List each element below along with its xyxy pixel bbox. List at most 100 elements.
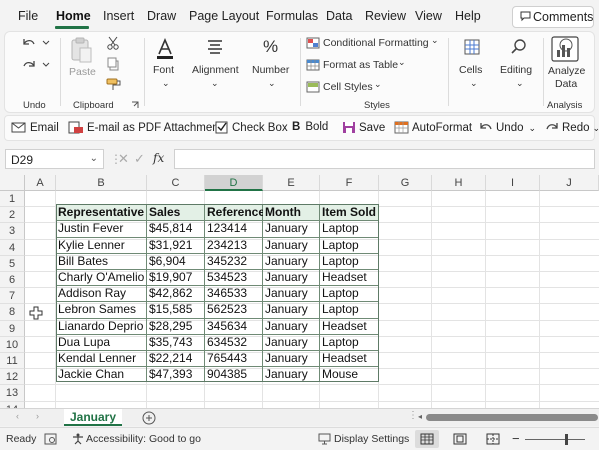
table-cell[interactable]: 562523 (205, 301, 263, 317)
paste-icon[interactable] (69, 36, 93, 64)
macro-record-icon[interactable] (44, 433, 57, 445)
column-header-g[interactable]: G (379, 175, 432, 191)
table-cell[interactable]: 123414 (205, 220, 263, 236)
table-cell[interactable]: Laptop (320, 237, 379, 253)
horizontal-scrollbar[interactable] (426, 414, 598, 421)
check-box-button[interactable]: Check Box (215, 121, 288, 134)
row-header-3[interactable]: 3 (0, 223, 25, 240)
column-header-j[interactable]: J (540, 175, 599, 191)
email-button[interactable]: Email (11, 121, 59, 134)
table-cell[interactable]: 634532 (205, 334, 263, 350)
number-label[interactable]: Number (252, 64, 289, 76)
zoom-slider-track[interactable] (525, 439, 585, 440)
row-header-6[interactable]: 6 (0, 272, 25, 289)
spreadsheet-grid[interactable]: ABCDEFGHIJ 1234567891011121314 Represent… (0, 175, 599, 418)
row-header-13[interactable]: 13 (0, 385, 25, 402)
insert-function-button[interactable]: fx (153, 151, 164, 165)
column-header-c[interactable]: C (147, 175, 205, 191)
table-cell[interactable]: 345634 (205, 318, 263, 334)
menu-insert[interactable]: Insert (103, 9, 134, 23)
table-cell[interactable]: $35,743 (147, 334, 205, 350)
column-header-e[interactable]: E (263, 175, 320, 191)
table-cell[interactable]: Laptop (320, 220, 379, 236)
table-cell[interactable]: $47,393 (147, 366, 205, 382)
editing-label[interactable]: Editing (500, 64, 532, 76)
row-header-9[interactable]: 9 (0, 320, 25, 337)
menu-page-layout[interactable]: Page Layout (189, 9, 259, 23)
column-header-i[interactable]: I (486, 175, 540, 191)
table-cell[interactable]: January (263, 220, 320, 236)
sheet-tab-january[interactable]: January (64, 409, 122, 426)
format-painter-icon[interactable] (106, 78, 122, 92)
row-header-4[interactable]: 4 (0, 239, 25, 256)
autoformat-button[interactable]: AutoFormat (394, 121, 472, 134)
row-header-12[interactable]: 12 (0, 369, 25, 386)
table-cell[interactable]: Laptop (320, 285, 379, 301)
table-cell[interactable]: Dua Lupa (56, 334, 147, 350)
row-header-10[interactable]: 10 (0, 336, 25, 353)
font-icon[interactable] (155, 38, 175, 60)
table-cell[interactable]: January (263, 237, 320, 253)
table-cell[interactable]: January (263, 334, 320, 350)
normal-view-icon[interactable] (420, 433, 434, 445)
table-header-cell[interactable]: Representative (56, 204, 147, 220)
comments-button[interactable]: Comments (512, 6, 594, 28)
table-cell[interactable]: 904385 (205, 366, 263, 382)
row-header-2[interactable]: 2 (0, 207, 25, 224)
table-cell[interactable]: 765443 (205, 350, 263, 366)
table-cell[interactable]: $15,585 (147, 301, 205, 317)
search-icon[interactable] (510, 38, 528, 56)
table-cell[interactable]: $6,904 (147, 253, 205, 269)
table-cell[interactable]: January (263, 301, 320, 317)
analyze-data-label-1[interactable]: Analyze (548, 65, 585, 77)
column-header-a[interactable]: A (25, 175, 56, 191)
table-cell[interactable]: Laptop (320, 334, 379, 350)
table-cell[interactable]: 345232 (205, 253, 263, 269)
row-header-5[interactable]: 5 (0, 255, 25, 272)
column-header-b[interactable]: B (56, 175, 147, 191)
table-cell[interactable]: Headset (320, 350, 379, 366)
table-cell[interactable]: January (263, 318, 320, 334)
conditional-formatting-button[interactable]: Conditional Formatting (323, 37, 429, 49)
cut-icon[interactable] (106, 36, 120, 50)
column-header-h[interactable]: H (432, 175, 486, 191)
table-cell[interactable]: $31,921 (147, 237, 205, 253)
table-cell[interactable]: 534523 (205, 269, 263, 285)
cell-styles-button[interactable]: Cell Styles (323, 81, 373, 93)
table-cell[interactable]: Laptop (320, 301, 379, 317)
table-header-cell[interactable]: Month (263, 204, 320, 220)
menu-home[interactable]: Home (56, 9, 91, 23)
tab-splitter-icon[interactable]: ⋮ (408, 410, 418, 421)
redo-qat-button[interactable]: Redo ⌄ (545, 121, 599, 134)
table-cell[interactable]: $42,862 (147, 285, 205, 301)
menu-data[interactable]: Data (326, 9, 352, 23)
alignment-icon[interactable] (206, 38, 224, 56)
page-layout-view-icon[interactable] (453, 433, 467, 445)
table-cell[interactable]: January (263, 269, 320, 285)
prev-sheet-icon[interactable]: ‹ (16, 411, 19, 421)
table-cell[interactable]: $28,295 (147, 318, 205, 334)
table-cell[interactable]: Lianardo Deprio (56, 318, 147, 334)
table-cell[interactable]: $19,907 (147, 269, 205, 285)
menu-formulas[interactable]: Formulas (266, 9, 318, 23)
page-break-view-icon[interactable] (486, 433, 500, 445)
formula-input[interactable] (174, 149, 595, 169)
table-cell[interactable]: Mouse (320, 366, 379, 382)
select-all-corner[interactable] (0, 175, 25, 191)
table-header-cell[interactable]: Sales (147, 204, 205, 220)
cells-icon[interactable] (463, 38, 481, 56)
table-cell[interactable]: Charly O'Amelio (56, 269, 147, 285)
display-settings-button[interactable]: Display Settings (334, 433, 409, 445)
format-as-table-button[interactable]: Format as Table (323, 59, 398, 71)
table-header-cell[interactable]: Item Sold (320, 204, 379, 220)
save-button[interactable]: Save (342, 121, 385, 134)
enter-icon[interactable]: ✓ (134, 151, 145, 167)
table-cell[interactable]: January (263, 285, 320, 301)
menu-view[interactable]: View (415, 9, 442, 23)
zoom-slider-thumb[interactable] (565, 434, 568, 445)
scroll-left-icon[interactable]: ◂ (418, 412, 422, 421)
row-header-7[interactable]: 7 (0, 288, 25, 305)
cells-label[interactable]: Cells (459, 64, 482, 76)
table-cell[interactable]: Jackie Chan (56, 366, 147, 382)
menu-help[interactable]: Help (455, 9, 481, 23)
